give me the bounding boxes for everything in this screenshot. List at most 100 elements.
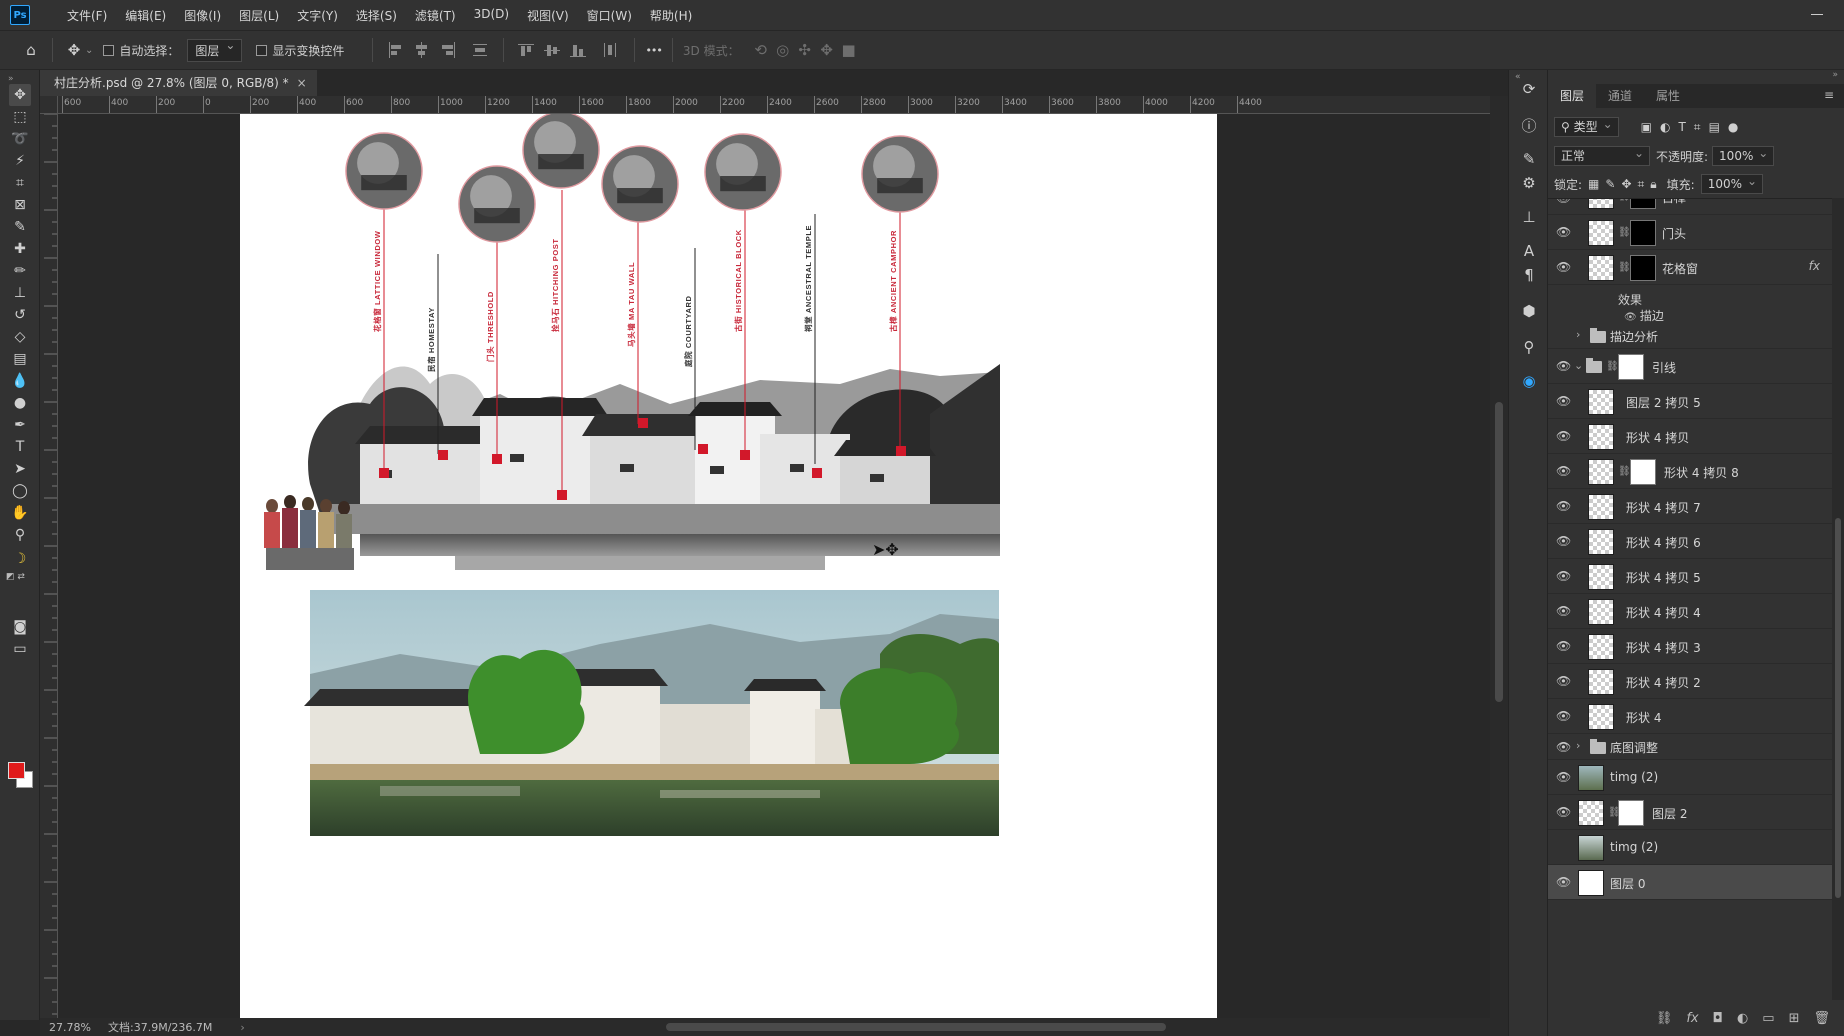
artboard[interactable]: 花格窗 LATTICE WINDOW 民宿 HOMESTAY 门头 THRESHOL…	[240, 114, 1217, 1018]
default-colors-icon[interactable]: ◩ ⇄	[6, 572, 25, 582]
collapse-arrows-icon[interactable]: »	[8, 74, 14, 84]
move-tool-icon[interactable]: ✥	[63, 39, 85, 61]
layer-row[interactable]: 👁 ⛓ 门头	[1548, 215, 1832, 250]
menu-type[interactable]: 文字(Y)	[288, 7, 347, 24]
layer-effects-icon[interactable]: fx	[1809, 259, 1820, 273]
vertical-scrollbar[interactable]	[1490, 96, 1508, 1018]
zoom-tool-icon[interactable]: ⚲	[9, 524, 31, 546]
layer-row[interactable]: 👁 timg (2)	[1548, 760, 1832, 795]
canvas-area[interactable]: 花格窗 LATTICE WINDOW 民宿 HOMESTAY 门头 THRESHOL…	[58, 114, 1490, 1018]
adjustments-icon[interactable]: ⚙	[1518, 172, 1540, 194]
distribute-vertical-icon[interactable]	[471, 42, 489, 58]
layer-row[interactable]: 👁 ⛓ 花格窗 fx	[1548, 250, 1832, 285]
visibility-eye-icon[interactable]: 👁	[1556, 674, 1571, 688]
chevron-right-icon[interactable]: ›	[1576, 328, 1580, 341]
hand-tool-icon[interactable]: ✋	[9, 502, 31, 524]
effect-eye-icon[interactable]: 👁	[1624, 312, 1640, 323]
menu-filter[interactable]: 滤镜(T)	[406, 7, 465, 24]
marquee-tool-icon[interactable]: ⬚	[9, 106, 31, 128]
horizontal-ruler[interactable]: 600 400 200 0 200 400 600 800 1000 1200 1400 1600 18…	[58, 96, 1490, 114]
layer-row[interactable]: 👁 形状 4 拷贝	[1548, 419, 1832, 454]
chevron-down-icon[interactable]: ⌄	[85, 45, 93, 56]
clone-stamp-tool-icon[interactable]: ⊥	[9, 282, 31, 304]
filter-shape-icon[interactable]: ⌗	[1694, 120, 1701, 135]
healing-brush-tool-icon[interactable]: ✚	[9, 238, 31, 260]
menu-edit[interactable]: 编辑(E)	[116, 7, 175, 24]
menu-select[interactable]: 选择(S)	[347, 7, 406, 24]
zoom-level[interactable]: 27.78%	[40, 1021, 100, 1034]
path-selection-tool-icon[interactable]: ➤	[9, 458, 31, 480]
filter-type-dropdown[interactable]: ⚲ 类型	[1554, 115, 1619, 137]
menu-image[interactable]: 图像(I)	[175, 7, 230, 24]
3d-slide-icon[interactable]: ✥	[816, 39, 838, 61]
lock-image-icon[interactable]: ✎	[1605, 177, 1615, 191]
lasso-tool-icon[interactable]: ➰	[9, 128, 31, 150]
fill-input[interactable]: 100%	[1700, 172, 1764, 194]
paragraph-panel-icon[interactable]: ¶	[1518, 264, 1540, 286]
layer-row[interactable]: 👁 形状 4	[1548, 699, 1832, 734]
home-icon[interactable]: ⌂	[20, 39, 42, 61]
lock-transparent-icon[interactable]: ▦	[1588, 177, 1599, 191]
quick-mask-icon[interactable]: ◙	[9, 616, 31, 638]
layer-row[interactable]: 👁 形状 4 拷贝 3	[1548, 629, 1832, 664]
filter-smart-object-icon[interactable]: ▤	[1709, 120, 1720, 134]
auto-select-checkbox[interactable]	[103, 44, 115, 56]
layer-row[interactable]: 👁 形状 4 拷贝 6	[1548, 524, 1832, 559]
layer-row[interactable]: 👁 ⛓ 形状 4 拷贝 8	[1548, 454, 1832, 489]
type-tool-icon[interactable]: T	[9, 436, 31, 458]
tab-properties[interactable]: 属性	[1644, 84, 1692, 108]
add-style-icon[interactable]: fx	[1686, 1011, 1698, 1026]
layer-row[interactable]: 👁 形状 4 拷贝 4	[1548, 594, 1832, 629]
layer-row[interactable]: 👁 ⛓ 图层 2	[1548, 795, 1832, 830]
align-top-icon[interactable]	[518, 42, 536, 58]
brush-tool-icon[interactable]: ✏	[9, 260, 31, 282]
document-tab[interactable]: 村庄分析.psd @ 27.8% (图层 0, RGB/8) * ×	[40, 70, 317, 96]
add-mask-icon[interactable]: ◘	[1713, 1011, 1723, 1026]
character-panel-icon[interactable]: A	[1518, 240, 1540, 262]
pen-tool-icon[interactable]: ✒	[9, 414, 31, 436]
visibility-eye-icon[interactable]: 👁	[1556, 394, 1571, 408]
visibility-eye-icon[interactable]: 👁	[1556, 499, 1571, 513]
menu-file[interactable]: 文件(F)	[58, 7, 116, 24]
align-left-icon[interactable]	[387, 42, 405, 58]
status-arrow-icon[interactable]: ›	[240, 1021, 244, 1034]
screen-mode-icon[interactable]: ▭	[9, 638, 31, 660]
layer-row-selected[interactable]: 👁 图层 0	[1548, 865, 1832, 900]
visibility-eye-icon[interactable]: 👁	[1556, 604, 1571, 618]
visibility-eye-icon[interactable]: 👁	[1556, 199, 1571, 205]
visibility-eye-icon[interactable]: 👁	[1556, 770, 1571, 784]
lock-artboard-icon[interactable]: ⌗	[1638, 177, 1645, 192]
menu-help[interactable]: 帮助(H)	[641, 7, 701, 24]
document-size[interactable]: 文档:37.9M/236.7M	[108, 1019, 212, 1035]
visibility-eye-icon[interactable]: 👁	[1556, 639, 1571, 653]
layers-scroll-thumb[interactable]	[1835, 518, 1841, 898]
tab-channels[interactable]: 通道	[1596, 84, 1644, 108]
visibility-eye-icon[interactable]: 👁	[1556, 464, 1571, 478]
lock-position-icon[interactable]: ✥	[1621, 177, 1631, 191]
opacity-input[interactable]: 100%	[1712, 144, 1775, 166]
filter-toggle-icon[interactable]: ●	[1728, 120, 1738, 134]
align-hcenter-icon[interactable]	[413, 42, 431, 58]
eraser-tool-icon[interactable]: ◇	[9, 326, 31, 348]
move-tool-icon[interactable]: ✥	[9, 84, 31, 106]
3d-roll-icon[interactable]: ◎	[772, 39, 794, 61]
show-transform-checkbox[interactable]	[256, 44, 268, 56]
3d-pan-icon[interactable]: ✣	[794, 39, 816, 61]
magic-wand-tool-icon[interactable]: ⚡	[9, 150, 31, 172]
layer-row[interactable]: 👁 形状 4 拷贝 5	[1548, 559, 1832, 594]
menu-window[interactable]: 窗口(W)	[578, 7, 641, 24]
visibility-eye-icon[interactable]: 👁	[1556, 709, 1571, 723]
horizontal-scroll-thumb[interactable]	[666, 1023, 1166, 1031]
menu-view[interactable]: 视图(V)	[518, 7, 578, 24]
close-tab-icon[interactable]: ×	[297, 70, 307, 96]
new-adjustment-icon[interactable]: ◐	[1737, 1011, 1748, 1026]
filter-type-icon[interactable]: T	[1678, 120, 1685, 134]
align-right-icon[interactable]	[439, 42, 457, 58]
visibility-eye-icon[interactable]: 👁	[1556, 805, 1571, 819]
visibility-eye-icon[interactable]: 👁	[1556, 429, 1571, 443]
frame-tool-icon[interactable]: ⊠	[9, 194, 31, 216]
layer-group-row[interactable]: › 描边分析	[1548, 323, 1832, 349]
new-layer-icon[interactable]: ⊞	[1789, 1011, 1800, 1026]
visibility-eye-icon[interactable]: 👁	[1556, 875, 1571, 889]
stroke-effect-row[interactable]: 👁 描边	[1624, 307, 1664, 324]
